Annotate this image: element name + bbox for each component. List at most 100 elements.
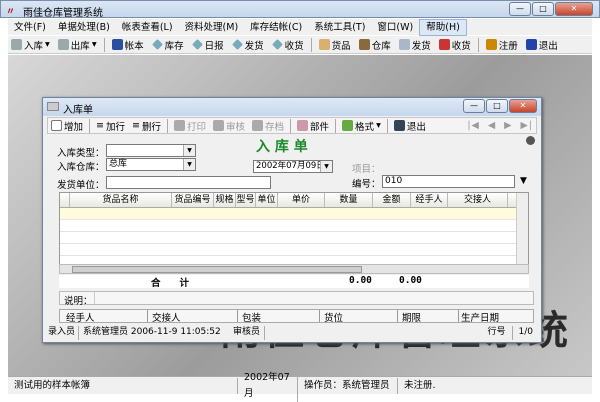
child-maximize-button[interactable]: □ bbox=[486, 99, 508, 113]
type-select[interactable]: ▼ bbox=[106, 144, 196, 157]
supplier-input[interactable] bbox=[106, 176, 271, 189]
chevron-down-icon: ▼ bbox=[183, 159, 195, 170]
delete-row-button[interactable]: ≡ 删行 bbox=[129, 119, 164, 133]
column-header[interactable]: 规格 bbox=[214, 193, 236, 207]
entry-label: 录入员 bbox=[45, 326, 80, 340]
note-input[interactable] bbox=[94, 292, 533, 304]
minimize-button[interactable]: — bbox=[509, 2, 531, 16]
shipping-report-button[interactable]: 发货 bbox=[229, 38, 267, 52]
menu-window[interactable]: 窗口(W) bbox=[371, 20, 419, 35]
table-row[interactable] bbox=[60, 208, 528, 220]
supplier-label: 发货单位： bbox=[57, 180, 105, 191]
daily-report-label: 日报 bbox=[204, 40, 224, 52]
column-header[interactable]: 单价 bbox=[278, 193, 325, 207]
date-picker[interactable]: 2002年07月09日 ▼ bbox=[253, 160, 333, 173]
receive-button[interactable]: 收货 bbox=[436, 38, 474, 52]
menu-tools[interactable]: 系统工具(T) bbox=[308, 20, 371, 35]
menu-closing[interactable]: 库存结帐(C) bbox=[244, 20, 308, 35]
form-heading: 入 库 单 bbox=[256, 139, 308, 155]
ship-icon bbox=[398, 39, 410, 50]
table-row[interactable] bbox=[60, 244, 528, 256]
next-record-icon[interactable]: ▶ bbox=[504, 120, 512, 131]
receiving-report-label: 收货 bbox=[284, 40, 304, 52]
column-header[interactable]: 数量 bbox=[325, 193, 373, 207]
format-button[interactable]: 格式 ▾ bbox=[339, 119, 384, 133]
exit-door-icon bbox=[525, 39, 537, 50]
column-header[interactable]: 金额 bbox=[373, 193, 411, 207]
diamond-icon bbox=[231, 39, 243, 50]
menu-help[interactable]: 帮助(H) bbox=[419, 18, 467, 36]
column-header[interactable]: 交接人 bbox=[448, 193, 508, 207]
stock-out-icon bbox=[57, 39, 69, 50]
stock-in-button[interactable]: 入库 ▾ bbox=[8, 38, 53, 52]
child-close-button[interactable]: ✕ bbox=[509, 99, 537, 113]
print-label: 打印 bbox=[186, 121, 206, 133]
audit-button[interactable]: 审核 bbox=[210, 119, 248, 133]
stock-in-window: 入库单 — □ ✕ 增加 ≡ 加行 ≡ 删行 打印 审核 存档 部件 格式 ▾ 退出… bbox=[42, 97, 542, 343]
packaging-field[interactable]: 包装 bbox=[238, 310, 320, 324]
menu-data[interactable]: 资料处理(M) bbox=[179, 20, 245, 35]
column-header[interactable]: 货品名称 bbox=[70, 193, 172, 207]
column-header[interactable]: 单位 bbox=[256, 193, 278, 207]
warehouse-label: 仓库 bbox=[371, 40, 391, 52]
receiver-field[interactable]: 交接人 bbox=[148, 310, 238, 324]
number-input[interactable]: 010 bbox=[382, 175, 515, 188]
settings-ball-icon[interactable] bbox=[526, 136, 535, 145]
status-registration: 未注册. bbox=[404, 379, 436, 391]
expiry-field[interactable]: 期限 bbox=[398, 310, 459, 324]
save-button[interactable]: 存档 bbox=[249, 119, 287, 133]
menu-reports[interactable]: 帐表查看(L) bbox=[116, 20, 179, 35]
note-row: 说明： bbox=[59, 291, 534, 307]
user-icon bbox=[485, 39, 497, 50]
exit-door-icon bbox=[393, 120, 405, 131]
column-header[interactable]: 货品编号 bbox=[172, 193, 214, 207]
auditor-label: 审核员 bbox=[229, 326, 266, 340]
status-bar: 测试用的样本帐簿 2002年07月 操作员：系统管理员 未注册. bbox=[8, 369, 592, 402]
stock-in-label: 入库 bbox=[24, 40, 44, 52]
receiving-report-button[interactable]: 收货 bbox=[269, 38, 307, 52]
add-button[interactable]: 增加 bbox=[48, 119, 86, 133]
table-row[interactable] bbox=[60, 232, 528, 244]
register-button[interactable]: 注册 bbox=[483, 38, 521, 52]
main-toolbar: 入库 ▾ 出库 ▾ 帐本 库存 日报 发货 收货 货品 仓库 发货 收货 注册 … bbox=[8, 36, 592, 54]
warehouse-icon bbox=[358, 39, 370, 50]
column-header[interactable]: 经手人 bbox=[411, 193, 448, 207]
total-label: 合 计 bbox=[151, 278, 190, 289]
child-status-row: 录入员 系统管理员 2006-11-9 11:05:52 审核员 行号 1/0 bbox=[45, 326, 539, 340]
expand-arrow-icon[interactable]: ▼ bbox=[520, 176, 527, 186]
parts-button[interactable]: 部件 bbox=[294, 119, 332, 133]
window-icon bbox=[47, 102, 59, 111]
close-button[interactable]: ✕ bbox=[555, 2, 593, 16]
vertical-scrollbar[interactable] bbox=[516, 193, 528, 265]
exit-button[interactable]: 退出 bbox=[523, 38, 561, 52]
column-header[interactable]: 型号 bbox=[236, 193, 256, 207]
print-button[interactable]: 打印 bbox=[171, 119, 209, 133]
menu-file[interactable]: 文件(F) bbox=[8, 20, 52, 35]
prev-record-icon[interactable]: ◀ bbox=[488, 120, 496, 131]
ship-button[interactable]: 发货 bbox=[396, 38, 434, 52]
table-row[interactable] bbox=[60, 220, 528, 232]
format-label: 格式 bbox=[355, 121, 375, 133]
last-record-icon[interactable]: ▶| bbox=[520, 120, 533, 131]
inventory-button[interactable]: 库存 bbox=[149, 38, 187, 52]
child-exit-button[interactable]: 退出 bbox=[391, 119, 429, 133]
row-number-value: 1/0 bbox=[518, 327, 533, 337]
warehouse-button[interactable]: 仓库 bbox=[356, 38, 394, 52]
warehouse-select[interactable]: 总库 ▼ bbox=[106, 158, 196, 171]
add-row-button[interactable]: ≡ 加行 bbox=[93, 119, 128, 133]
goods-button[interactable]: 货品 bbox=[316, 38, 354, 52]
daily-report-button[interactable]: 日报 bbox=[189, 38, 227, 52]
scrollbar-thumb[interactable] bbox=[72, 266, 362, 273]
items-grid: 货品名称 货品编号 规格 型号 单位 单价 数量 金额 经手人 交接人 bbox=[59, 192, 529, 266]
audit-label: 审核 bbox=[226, 121, 246, 133]
maximize-button[interactable]: □ bbox=[532, 2, 554, 16]
first-record-icon[interactable]: |◀ bbox=[467, 120, 480, 131]
stock-out-button[interactable]: 出库 ▾ bbox=[55, 38, 100, 52]
ledger-button[interactable]: 帐本 bbox=[109, 38, 147, 52]
menu-documents[interactable]: 单据处理(B) bbox=[52, 20, 116, 35]
production-date-field[interactable]: 生产日期 bbox=[459, 310, 533, 324]
horizontal-scrollbar[interactable] bbox=[59, 264, 529, 274]
location-field[interactable]: 货位 bbox=[320, 310, 398, 324]
handler-field[interactable]: 经手人 bbox=[60, 310, 148, 324]
child-minimize-button[interactable]: — bbox=[463, 99, 485, 113]
